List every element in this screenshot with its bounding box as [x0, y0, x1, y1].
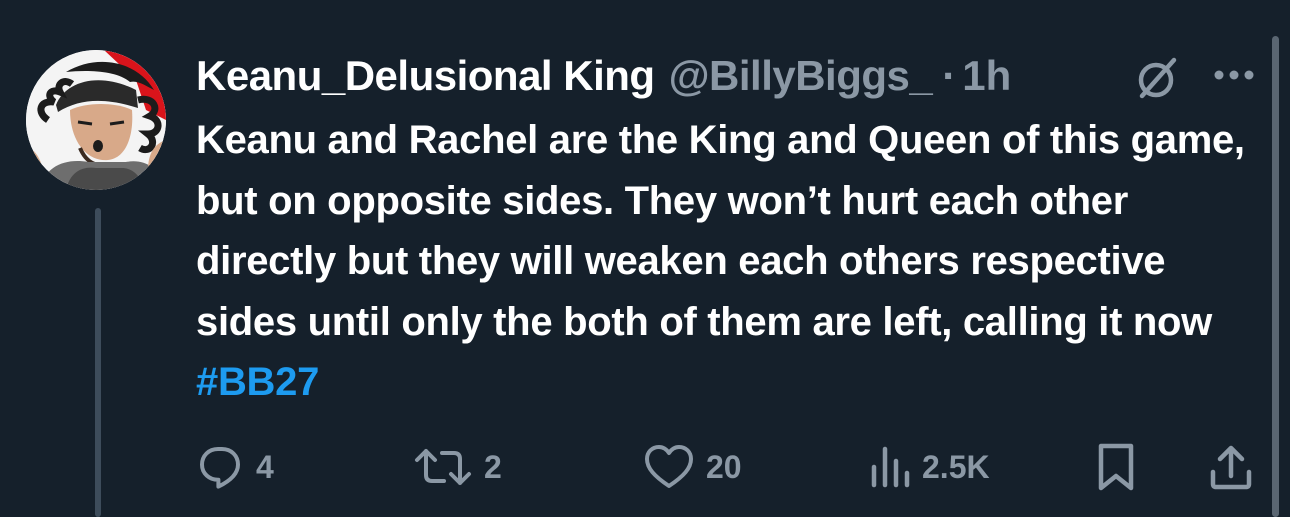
views-button[interactable]: 2.5K — [870, 432, 990, 502]
action-bar: 4 2 20 2.5K — [0, 432, 1290, 502]
retweet-button[interactable]: 2 — [414, 432, 502, 502]
tweet-header: Keanu_Delusional King @BillyBiggs_ · 1h — [196, 48, 1011, 104]
display-name[interactable]: Keanu_Delusional King — [196, 52, 655, 100]
reply-count: 4 — [256, 448, 274, 485]
bookmark-button[interactable] — [1096, 432, 1136, 502]
timestamp[interactable]: 1h — [962, 52, 1011, 100]
share-icon — [1210, 445, 1252, 490]
reply-button[interactable]: 4 — [196, 432, 274, 502]
retweet-icon — [415, 449, 471, 485]
more-icon[interactable] — [1212, 68, 1256, 82]
retweet-count: 2 — [484, 448, 502, 485]
avatar[interactable] — [26, 50, 166, 190]
hashtag-link[interactable]: #BB27 — [196, 360, 319, 404]
share-button[interactable] — [1208, 432, 1254, 502]
views-count: 2.5K — [922, 448, 990, 485]
separator-dot: · — [942, 52, 957, 99]
avatar-image — [26, 50, 166, 190]
tweet-text: Keanu and Rachel are the King and Queen … — [196, 110, 1246, 413]
like-count: 20 — [706, 448, 742, 485]
like-button[interactable]: 20 — [644, 432, 742, 502]
grok-icon[interactable] — [1134, 56, 1182, 100]
like-icon — [645, 445, 693, 488]
reply-icon — [200, 447, 240, 489]
tweet-body: Keanu and Rachel are the King and Queen … — [196, 118, 1245, 344]
views-icon — [871, 446, 910, 488]
user-handle[interactable]: @BillyBiggs_ — [669, 52, 933, 100]
bookmark-icon — [1098, 443, 1134, 491]
